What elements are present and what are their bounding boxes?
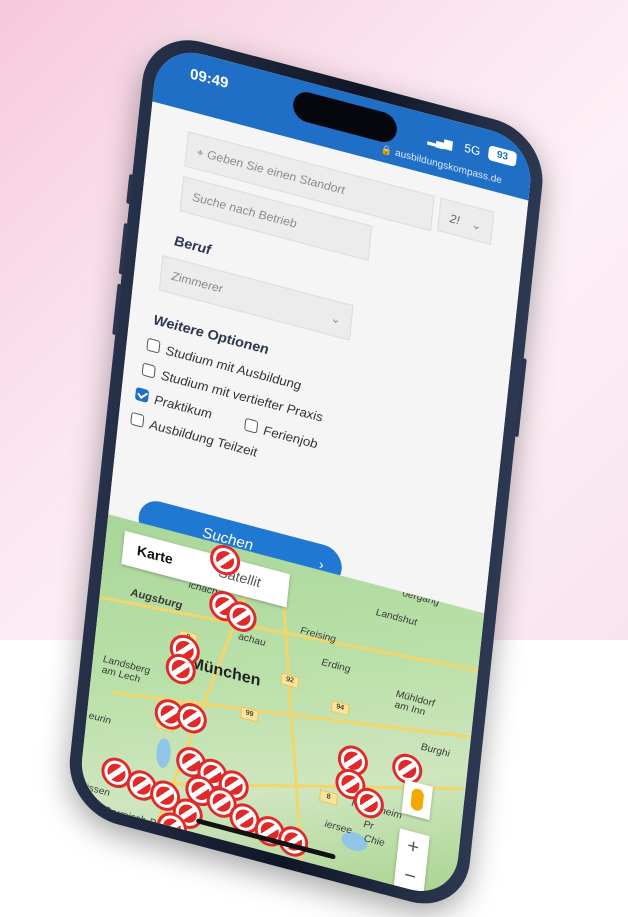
option-ausbildung-teilzeit[interactable]: Ausbildung Teilzeit [130, 411, 258, 460]
city-label: Landsberg am Lech [101, 653, 151, 686]
radius-select[interactable]: 2! ⌄ [437, 197, 495, 246]
beruf-label: Beruf [173, 232, 212, 258]
checkbox[interactable] [130, 411, 145, 428]
option-label: Praktikum [153, 391, 213, 422]
highway-shield: 94 [330, 699, 350, 717]
street-view-pegman-icon[interactable] [401, 779, 433, 821]
checkbox-checked[interactable] [134, 386, 150, 404]
signal-icon: ▂▄▆ [427, 133, 454, 152]
status-time: 09:49 [189, 65, 230, 93]
checkbox[interactable] [244, 417, 259, 434]
radius-value: 2! [449, 211, 461, 228]
highway-shield: 92 [280, 672, 300, 689]
city-label: achau [237, 631, 267, 650]
chevron-down-icon: ⌄ [470, 217, 483, 234]
tab-karte[interactable]: Karte [136, 542, 173, 567]
beruf-value: Zimmerer [170, 268, 224, 296]
phone-screen: 09:49 ▂▄▆ 5G 93 🔒 ausbildungskompass.de ⌖… [77, 42, 535, 901]
checkbox[interactable] [146, 337, 161, 354]
city-label: Landshut [375, 607, 418, 629]
phone-mockup: 09:49 ▂▄▆ 5G 93 🔒 ausbildungskompass.de ⌖… [64, 28, 548, 916]
city-label-muenchen: München [189, 654, 262, 690]
map-road [280, 582, 304, 865]
map-lake [155, 736, 173, 770]
chevron-down-icon: ⌄ [329, 310, 342, 327]
city-label: Pr [362, 818, 375, 833]
lock-icon: 🔒 [380, 143, 393, 157]
battery-icon: 93 [487, 145, 518, 168]
map-road [99, 595, 480, 673]
city-label: iersee [324, 818, 353, 837]
city-label: Burghi [420, 741, 451, 760]
city-label: Freising [299, 625, 337, 646]
company-placeholder: Suche nach Betrieb [191, 189, 298, 231]
location-icon: ⌖ [196, 146, 204, 161]
city-label: üssen [82, 781, 111, 800]
option-label: Ferienjob [262, 422, 319, 452]
city-label: eurin [88, 710, 112, 727]
city-label: Mühldorf am Inn [394, 688, 436, 719]
option-label: Ausbildung Teilzeit [148, 416, 258, 460]
highway-shield: 8 [318, 789, 339, 806]
checkbox[interactable] [141, 362, 156, 379]
network-type: 5G [463, 140, 482, 159]
city-label: Erding [320, 657, 351, 676]
